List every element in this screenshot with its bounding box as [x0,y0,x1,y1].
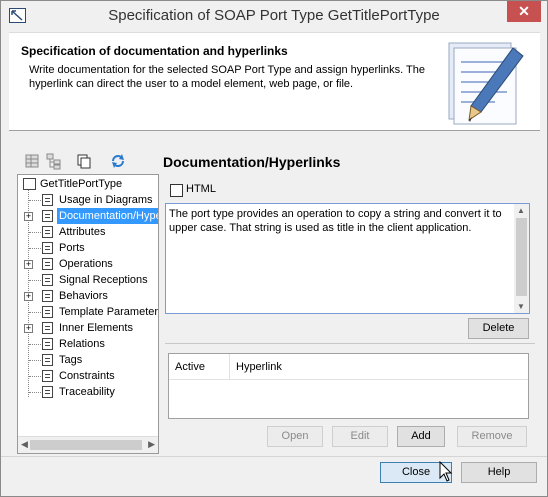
page-icon [42,322,53,334]
refresh-icon[interactable] [109,152,127,170]
tree-connector [29,248,41,249]
documentation-text: The port type provides an operation to c… [169,208,502,234]
delete-button[interactable]: Delete [468,318,529,339]
page-icon [42,306,53,318]
mouse-cursor-icon [439,461,453,482]
column-header-hyperlink[interactable]: Hyperlink [230,354,528,380]
tree-item-label: Tags [59,354,83,366]
tree-item-label: Behaviors [59,290,108,302]
tree-item-label: Ports [59,242,85,254]
tree-item-label: Traceability [59,386,115,398]
port-type-icon [23,178,36,190]
tree-item-constraints[interactable]: Constraints [18,368,158,384]
title-bar: Specification of SOAP Port Type GetTitle… [1,1,547,31]
page-icon [42,386,53,398]
tree-view-icon[interactable] [45,152,63,170]
tree-item-documentation-hyperlinks[interactable]: + Documentation/Hyperlinks [18,208,158,224]
page-icon [42,226,53,238]
tree-item-label: Operations [59,258,113,270]
tree-item-tags[interactable]: Tags [18,352,158,368]
add-button[interactable]: Add [397,426,445,447]
expand-icon[interactable]: + [24,292,33,301]
tree-item-usage-in-diagrams[interactable]: Usage in Diagrams [18,192,158,208]
document-pen-icon [448,42,524,125]
header-banner: Specification of documentation and hyper… [9,32,540,131]
tree-item-label: Signal Receptions [59,274,148,286]
page-icon [42,290,53,302]
tree-connector [29,376,41,377]
column-header-active[interactable]: Active [169,354,230,380]
header-description: Write documentation for the selected SOA… [29,64,426,90]
tree-connector [29,200,41,201]
tree-connector [29,392,41,393]
tree-connector [29,360,41,361]
tree-item-template-parameters[interactable]: Template Parameters [18,304,158,320]
remove-button[interactable]: Remove [457,426,527,447]
tree-item-label: Relations [59,338,105,350]
edit-button[interactable]: Edit [332,426,388,447]
tree-item-relations[interactable]: Relations [18,336,158,352]
help-button[interactable]: Help [461,462,537,483]
tree-connector [29,280,41,281]
tree-item-label: Usage in Diagrams [59,194,153,206]
footer-divider [1,456,547,457]
page-icon [42,210,53,222]
page-icon [42,242,53,254]
tree-root-label: GetTitlePortType [40,178,123,190]
tree-connector [29,344,41,345]
scrollbar-thumb[interactable] [516,218,527,296]
tree-connector [29,232,41,233]
scroll-up-icon[interactable]: ▲ [517,206,525,215]
specification-dialog: Specification of SOAP Port Type GetTitle… [0,0,548,497]
section-divider [165,343,535,344]
window-title: Specification of SOAP Port Type GetTitle… [108,7,440,24]
page-icon [42,338,53,350]
tree-item-attributes[interactable]: Attributes [18,224,158,240]
tree-item-label: Template Parameters [59,306,159,318]
tree-item-traceability[interactable]: Traceability [18,384,158,400]
tree-item-ports[interactable]: Ports [18,240,158,256]
panel-title: Documentation/Hyperlinks [163,154,341,170]
expand-icon[interactable]: + [24,324,33,333]
window-close-button[interactable]: ✕ [507,1,541,22]
tree-item-label: Documentation/Hyperlinks [57,208,158,224]
tree-item-operations[interactable]: + Operations [18,256,158,272]
page-icon [42,370,53,382]
tree-item-label: Inner Elements [59,322,133,334]
page-icon [42,258,53,270]
scroll-down-icon[interactable]: ▼ [517,302,525,311]
html-checkbox-label: HTML [186,183,216,195]
tree-connector [29,312,41,313]
expand-icon[interactable]: + [24,260,33,269]
tree-item-label: Attributes [59,226,106,238]
tree-horizontal-scrollbar[interactable]: ◀ ▶ [18,436,158,453]
html-checkbox[interactable] [170,184,183,197]
tree-item-inner-elements[interactable]: + Inner Elements [18,320,158,336]
expand-icon[interactable]: + [24,212,33,221]
page-icon [42,354,53,366]
navigation-tree: GetTitlePortType Usage in Diagrams + Doc… [17,174,159,454]
table-view-icon[interactable] [23,152,41,170]
tree-item-signal-receptions[interactable]: Signal Receptions [18,272,158,288]
page-icon [42,274,53,286]
header-title: Specification of documentation and hyper… [21,44,288,58]
scroll-left-icon[interactable]: ◀ [21,439,28,450]
scrollbar-thumb[interactable] [30,440,142,450]
open-button[interactable]: Open [267,426,323,447]
tree-root[interactable]: GetTitlePortType [18,176,158,192]
documentation-vertical-scrollbar[interactable]: ▲ ▼ [514,204,529,313]
tree-item-label: Constraints [59,370,115,382]
documentation-textarea[interactable]: The port type provides an operation to c… [165,203,530,314]
hyperlinks-table[interactable]: Active Hyperlink [168,353,529,419]
page-icon [42,194,53,206]
tree-item-behaviors[interactable]: + Behaviors [18,288,158,304]
scroll-right-icon[interactable]: ▶ [148,439,155,450]
copy-icon[interactable] [75,152,93,170]
